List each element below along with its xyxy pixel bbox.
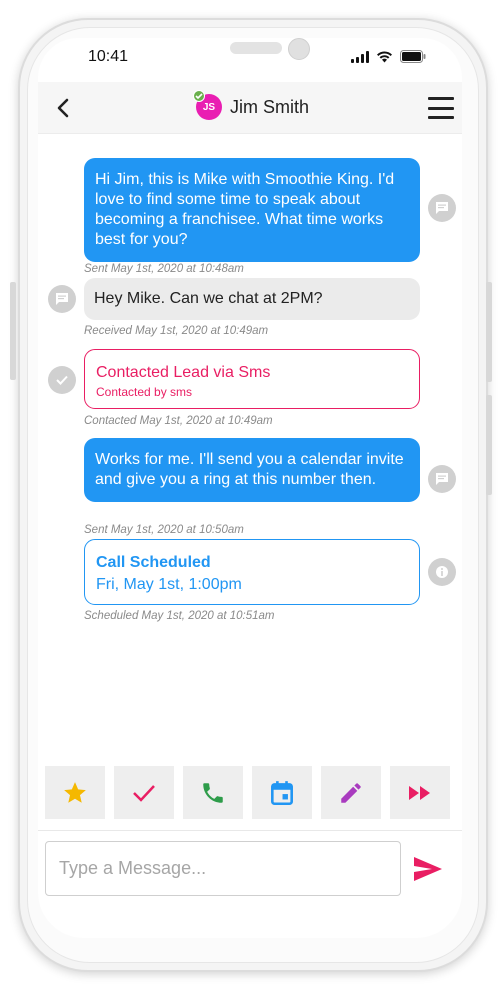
message-thread[interactable]: Hi Jim, this is Mike with Smoothie King.… xyxy=(38,134,462,624)
message-input[interactable] xyxy=(45,841,401,896)
message-icon[interactable] xyxy=(428,194,456,222)
check-icon xyxy=(133,784,155,802)
hamburger-icon xyxy=(428,97,454,100)
pencil-icon xyxy=(341,782,361,803)
event-timestamp: Contacted May 1st, 2020 at 10:49am xyxy=(84,415,273,427)
message-text: Hey Mike. Can we chat at 2PM? xyxy=(94,290,323,307)
menu-button[interactable] xyxy=(428,97,454,119)
outgoing-message-bubble[interactable]: Hi Jim, this is Mike with Smoothie King.… xyxy=(84,158,420,262)
wifi-icon xyxy=(377,51,392,63)
chevron-left-icon xyxy=(57,98,69,118)
star-icon xyxy=(64,781,86,803)
side-button-left xyxy=(10,282,16,380)
battery-icon xyxy=(400,50,426,63)
star-button[interactable] xyxy=(45,766,105,819)
signal-icon xyxy=(351,50,369,63)
status-icons xyxy=(351,50,426,63)
send-button[interactable] xyxy=(410,853,446,885)
event-subtitle: Contacted by sms xyxy=(96,385,193,399)
phone-screen: 10:41 JS Jim Smith Hi Jim, this is Mike … xyxy=(38,38,462,938)
status-bar: 10:41 xyxy=(38,38,462,82)
side-button-right-upper xyxy=(486,282,492,382)
contact-info[interactable]: JS Jim Smith xyxy=(193,90,310,120)
info-icon[interactable] xyxy=(428,558,456,586)
calendar-button[interactable] xyxy=(252,766,312,819)
quick-action-bar xyxy=(45,766,455,819)
message-timestamp: Sent May 1st, 2020 at 10:50am xyxy=(84,524,244,536)
front-camera xyxy=(288,38,310,60)
incoming-message-bubble[interactable]: Hey Mike. Can we chat at 2PM? xyxy=(84,278,420,320)
avatar: JS xyxy=(193,90,222,120)
side-button-right-lower xyxy=(486,395,492,495)
avatar-initials: JS xyxy=(202,101,216,113)
scheduled-title: Call Scheduled xyxy=(96,554,211,571)
message-timestamp: Sent May 1st, 2020 at 10:48am xyxy=(84,263,244,275)
earpiece-speaker xyxy=(230,42,282,54)
scheduled-datetime: Fri, May 1st, 1:00pm xyxy=(96,576,242,593)
contact-name: Jim Smith xyxy=(230,96,310,117)
event-title: Contacted Lead via Sms xyxy=(96,364,271,381)
back-button[interactable] xyxy=(50,93,76,123)
message-timestamp: Received May 1st, 2020 at 10:49am xyxy=(84,325,269,337)
status-time: 10:41 xyxy=(88,48,129,65)
message-icon[interactable] xyxy=(48,285,76,313)
message-icon[interactable] xyxy=(428,465,456,493)
phone-icon xyxy=(203,782,223,803)
outgoing-message-bubble[interactable]: Works for me. I'll send you a calendar i… xyxy=(84,438,420,502)
call-button[interactable] xyxy=(183,766,243,819)
message-text: Hi Jim, this is Mike with Smoothie King.… xyxy=(95,171,395,248)
message-text: Works for me. I'll send you a calendar i… xyxy=(95,451,404,488)
scheduled-timestamp: Scheduled May 1st, 2020 at 10:51am xyxy=(84,610,275,622)
calendar-icon xyxy=(271,780,293,805)
check-icon xyxy=(195,93,203,100)
edit-button[interactable] xyxy=(321,766,381,819)
online-badge xyxy=(193,90,205,102)
fast-forward-button[interactable] xyxy=(390,766,450,819)
divider xyxy=(38,830,462,831)
call-scheduled-card[interactable]: Call Scheduled Fri, May 1st, 1:00pm xyxy=(84,539,420,605)
contacted-lead-card[interactable]: Contacted Lead via Sms Contacted by sms xyxy=(84,349,420,409)
fast-forward-icon xyxy=(409,785,430,800)
send-icon xyxy=(414,857,442,881)
check-icon xyxy=(48,366,76,394)
check-button[interactable] xyxy=(114,766,174,819)
conversation-header: JS Jim Smith xyxy=(38,82,462,134)
